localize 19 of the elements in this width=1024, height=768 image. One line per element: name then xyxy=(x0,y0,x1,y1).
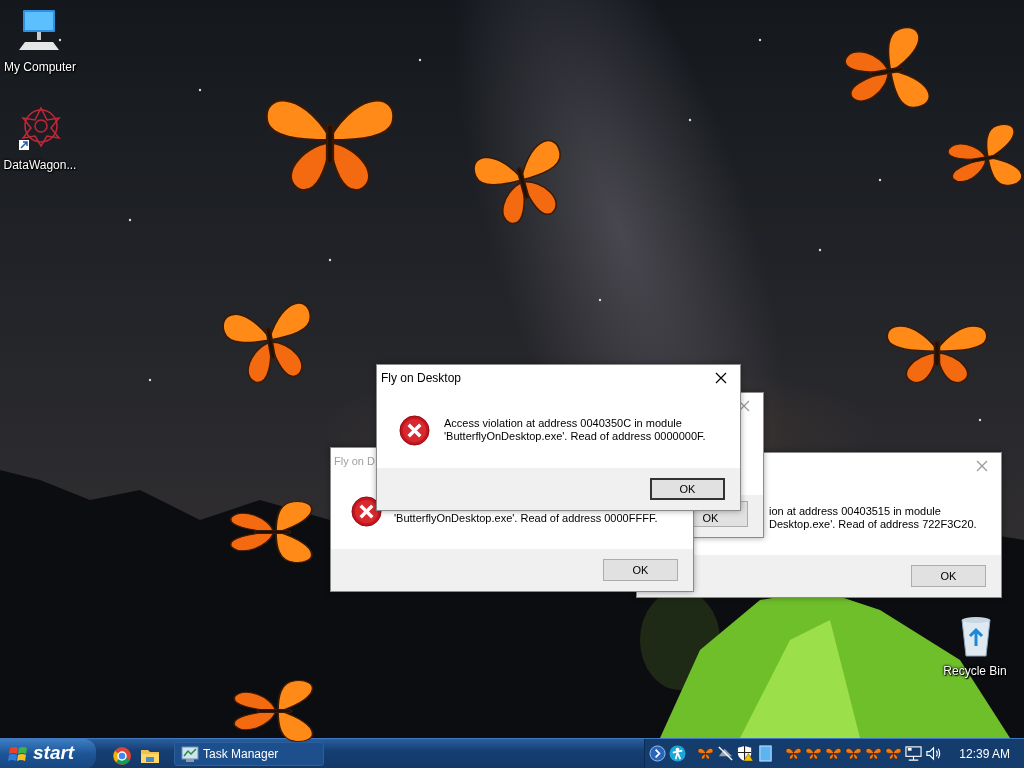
browser-icon xyxy=(112,746,132,767)
network-off-icon[interactable] xyxy=(717,745,735,762)
butterfly-icon[interactable] xyxy=(805,745,823,762)
butterfly-icon[interactable] xyxy=(885,745,903,762)
start-button[interactable]: start xyxy=(0,738,96,768)
taskbar-button[interactable]: Task Manager xyxy=(174,741,324,766)
monitor-icon xyxy=(181,744,199,763)
window-icon[interactable] xyxy=(757,745,775,762)
shield-warning-icon[interactable] xyxy=(737,745,755,762)
expand-icon[interactable] xyxy=(649,745,667,762)
accessibility-icon[interactable] xyxy=(669,745,687,762)
clock: 12:39 AM xyxy=(959,745,1010,763)
butterfly-icon[interactable] xyxy=(785,745,803,762)
butterfly-icon[interactable] xyxy=(845,745,863,762)
butterfly-icon[interactable] xyxy=(697,745,715,762)
network-icon[interactable] xyxy=(905,745,923,762)
butterfly-icon[interactable] xyxy=(825,745,843,762)
butterfly-icon[interactable] xyxy=(865,745,883,762)
speaker-icon[interactable] xyxy=(925,745,943,762)
